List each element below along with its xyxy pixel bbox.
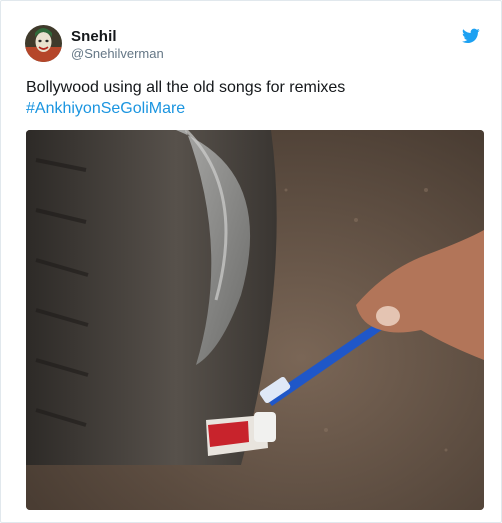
tweet-photo[interactable] (26, 130, 484, 510)
author-name[interactable]: Snehil (71, 28, 117, 45)
avatar[interactable] (25, 25, 62, 62)
author-handle[interactable]: @Snehilverman (71, 46, 164, 61)
tweet-body: Bollywood using all the old songs for re… (26, 79, 346, 96)
photo-tire-toothbrush-toothpaste (26, 130, 484, 510)
tweet-card[interactable]: Snehil @Snehilverman Bollywood using all… (0, 0, 502, 523)
hashtag-link[interactable]: #AnkhiyonSeGoliMare (26, 98, 345, 119)
joker-avatar-icon (25, 25, 62, 62)
twitter-bird-icon[interactable] (462, 28, 480, 44)
tweet-text: Bollywood using all the old songs for re… (26, 77, 345, 119)
